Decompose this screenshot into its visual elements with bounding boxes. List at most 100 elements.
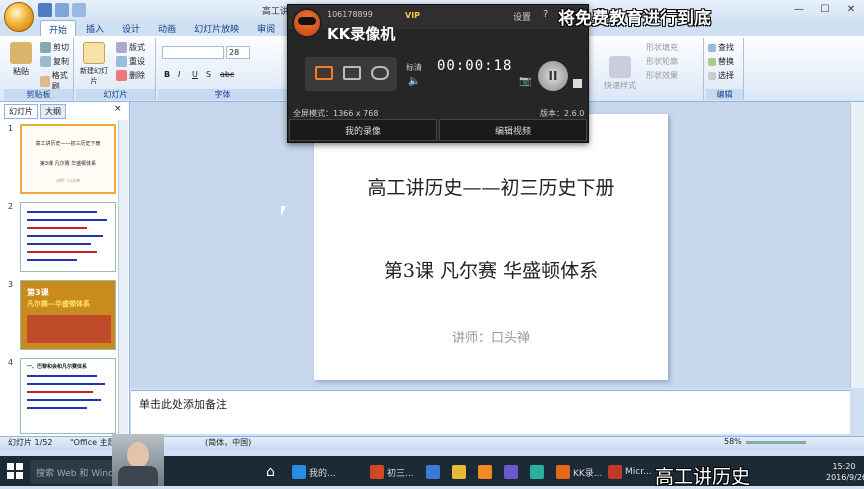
- replace-button[interactable]: 替换: [708, 56, 734, 67]
- undo-icon[interactable]: [55, 3, 69, 17]
- screen-mode-icon[interactable]: [315, 66, 333, 80]
- edit-video-button[interactable]: 编辑视频: [439, 119, 587, 141]
- font-name-select[interactable]: [162, 46, 224, 59]
- kk-account-id[interactable]: 106178899: [327, 10, 373, 19]
- copy-button[interactable]: 复制: [40, 56, 69, 67]
- kk-pause-button[interactable]: II: [538, 61, 568, 91]
- thumb-image: [27, 315, 111, 343]
- editing-group: 查找 替换 选择 编辑: [706, 38, 744, 100]
- close-button[interactable]: ✕: [838, 0, 864, 18]
- shape-effects-button[interactable]: 形状效果: [646, 70, 678, 81]
- save-icon[interactable]: [38, 3, 52, 17]
- kk-brand-name: KK录像机: [327, 25, 396, 43]
- volume-icon[interactable]: 🔈: [408, 76, 420, 87]
- kk-recording-timer: 00:00:18: [437, 58, 513, 74]
- clipboard-group-label: 剪贴板: [4, 89, 73, 100]
- paste-label: 粘贴: [13, 67, 29, 76]
- find-button[interactable]: 查找: [708, 42, 734, 53]
- taskbar-item-browser[interactable]: 我的...: [292, 460, 336, 484]
- caption-top: 将免费教育进行到底: [558, 9, 711, 29]
- taskbar-app4-icon[interactable]: [530, 460, 544, 484]
- quick-styles-button[interactable]: 快速样式: [604, 56, 636, 91]
- tab-slides-pane[interactable]: 幻灯片: [4, 104, 38, 119]
- editor-scrollbar[interactable]: [850, 102, 864, 388]
- reset-button[interactable]: 重设: [116, 56, 145, 67]
- kk-help-button[interactable]: ?: [543, 9, 548, 20]
- window-mode-icon[interactable]: [343, 66, 361, 80]
- select-button[interactable]: 选择: [708, 70, 734, 81]
- taskbar-app2-icon[interactable]: [478, 460, 492, 484]
- minimize-button[interactable]: —: [786, 0, 812, 18]
- thumb-title: 一、巴黎和会和凡尔赛体系: [27, 364, 88, 370]
- quick-access-toolbar: [38, 2, 86, 18]
- maximize-button[interactable]: ☐: [812, 0, 838, 18]
- shape-outline-button[interactable]: 形状轮廓: [646, 56, 678, 67]
- slide-title[interactable]: 高工讲历史——初三历史下册: [314, 173, 668, 200]
- kk-fullscreen-mode: 全屏模式：1366 x 768: [293, 109, 379, 118]
- replace-label: 替换: [718, 57, 734, 66]
- slide-thumbnail-1[interactable]: 高工讲历史——初三历史下册 第3课 凡尔赛 华盛顿体系 讲师：口头禅: [20, 124, 116, 194]
- clock-date: 2016/9/26: [826, 473, 864, 482]
- kk-stop-button[interactable]: [573, 79, 582, 88]
- slides-group: 新建幻灯片 版式 重设 删除 幻灯片: [76, 38, 156, 100]
- notes-placeholder[interactable]: 单击此处添加备注: [139, 396, 227, 412]
- thumb-text-line: [27, 375, 97, 377]
- tab-animations[interactable]: 动画: [150, 20, 184, 36]
- slide-author[interactable]: 讲师：口头禅: [314, 327, 668, 346]
- tab-home[interactable]: 开始: [40, 20, 77, 36]
- delete-slide-button[interactable]: 删除: [116, 70, 145, 81]
- taskbar-item-ms[interactable]: Micr...: [608, 460, 652, 484]
- taskbar-item-label: KK录...: [573, 468, 603, 479]
- windows-start-icon[interactable]: [6, 462, 24, 480]
- slide-subtitle[interactable]: 第3课 凡尔赛 华盛顿体系: [314, 256, 668, 283]
- my-recordings-button[interactable]: 我的录像: [289, 119, 437, 141]
- window-controls: — ☐ ✕: [786, 0, 864, 18]
- taskbar-item-kk[interactable]: KK录...: [556, 460, 602, 484]
- system-clock[interactable]: 15:20 2016/9/26: [826, 461, 864, 483]
- kk-quality-label[interactable]: 标清: [406, 62, 422, 73]
- language-indicator: (简体，中国): [205, 438, 252, 447]
- face-shape: [127, 442, 149, 468]
- font-size-select[interactable]: 28: [226, 46, 250, 59]
- underline-button[interactable]: U: [192, 70, 198, 79]
- bold-button[interactable]: B: [164, 70, 170, 79]
- shape-fill-button[interactable]: 形状填充: [646, 42, 678, 53]
- shadow-button[interactable]: S: [206, 70, 211, 79]
- tab-design[interactable]: 设计: [114, 20, 148, 36]
- taskbar-item-ppt[interactable]: 初三...: [370, 460, 414, 484]
- slides-pane-scrollbar[interactable]: [118, 120, 128, 434]
- cut-button[interactable]: 剪切: [40, 42, 69, 53]
- thumb-text-line: [27, 391, 93, 393]
- italic-button[interactable]: I: [178, 70, 180, 79]
- strikethrough-button[interactable]: abc: [220, 70, 234, 79]
- thumb-text-line: [27, 399, 101, 401]
- tab-slideshow[interactable]: 幻灯片放映: [186, 20, 247, 36]
- camera-icon[interactable]: 📷: [519, 76, 531, 87]
- kk-settings-button[interactable]: 设置: [513, 10, 531, 23]
- tab-review[interactable]: 审阅: [249, 20, 283, 36]
- game-mode-icon[interactable]: [371, 66, 389, 80]
- slide-thumbnail-2[interactable]: [20, 202, 116, 272]
- paste-button[interactable]: 粘贴: [10, 42, 32, 77]
- taskbar-folder-icon[interactable]: [452, 460, 466, 484]
- slides-group-label: 幻灯片: [76, 89, 155, 100]
- folder-icon: [452, 465, 466, 479]
- slide-thumbnail-3[interactable]: 第3课 凡尔赛—华盛顿体系: [20, 280, 116, 350]
- thumb-subtitle: 凡尔赛—华盛顿体系: [27, 300, 90, 308]
- tab-outline-pane[interactable]: 大纲: [40, 104, 66, 119]
- thumb-number: 2: [8, 202, 14, 211]
- taskbar-home-icon[interactable]: ⌂: [266, 460, 275, 484]
- taskbar-item-label: 初三...: [387, 468, 414, 479]
- layout-button[interactable]: 版式: [116, 42, 145, 53]
- tab-insert[interactable]: 插入: [78, 20, 112, 36]
- redo-icon[interactable]: [72, 3, 86, 17]
- slide-thumbnail-4[interactable]: 一、巴黎和会和凡尔赛体系: [20, 358, 116, 434]
- zoom-slider[interactable]: [746, 441, 806, 444]
- pane-close-button[interactable]: ×: [114, 104, 122, 114]
- notes-pane[interactable]: [131, 390, 850, 434]
- taskbar-app3-icon[interactable]: [504, 460, 518, 484]
- kk-logo-mask: [298, 17, 316, 25]
- zoom-level[interactable]: 58%: [724, 437, 742, 446]
- taskbar-app-icon[interactable]: [426, 460, 440, 484]
- new-slide-button[interactable]: 新建幻灯片: [80, 42, 108, 86]
